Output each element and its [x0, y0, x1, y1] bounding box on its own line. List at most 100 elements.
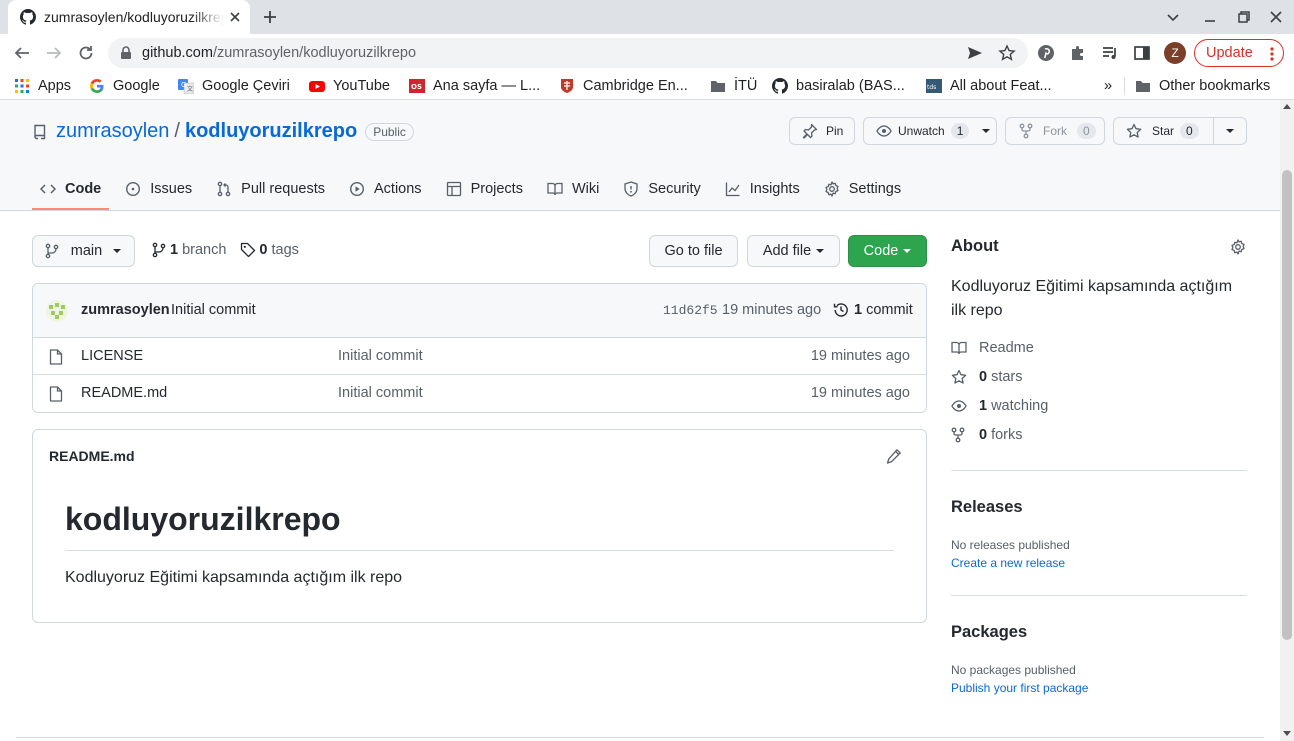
commit-author[interactable]: zumrasoylen [81, 302, 170, 318]
send-tab-icon[interactable] [966, 44, 984, 62]
scroll-up-arrow-icon[interactable] [1283, 104, 1291, 109]
restore-icon[interactable] [1236, 9, 1252, 25]
close-window-icon[interactable] [1268, 9, 1284, 25]
file-commit-message[interactable]: Initial commit [338, 385, 423, 401]
add-file-button[interactable]: Add file [747, 235, 840, 267]
gear-icon[interactable] [1230, 239, 1246, 255]
repo-icon [32, 124, 48, 140]
releases-heading[interactable]: Releases [951, 498, 1023, 517]
reload-icon[interactable] [77, 44, 95, 62]
about-heading: About [951, 237, 999, 255]
commit-time: 19 minutes ago [722, 302, 822, 318]
latest-commit-bar: zumrasoylen Initial commit 11d62f5 19 mi… [33, 284, 926, 338]
url-host: github.com [142, 45, 213, 61]
kebab-menu-icon[interactable] [1270, 47, 1274, 61]
google-icon [89, 78, 105, 94]
tab-projects[interactable]: Projects [438, 168, 531, 210]
bookmark-itu-folder[interactable]: İTÜ [710, 77, 757, 95]
profile-avatar[interactable]: Z [1164, 42, 1186, 64]
tab-insights[interactable]: Insights [717, 168, 808, 210]
youtube-icon [309, 78, 325, 94]
side-panel-icon[interactable] [1133, 44, 1151, 62]
branch-icon [45, 243, 59, 259]
readme-label: Readme [979, 340, 1034, 356]
cambridge-icon [559, 78, 575, 94]
stars-link[interactable]: 0 stars [951, 369, 1023, 385]
commit-message[interactable]: Initial commit [171, 302, 256, 318]
media-queue-icon[interactable] [1101, 44, 1119, 62]
bookmark-label: Other bookmarks [1159, 78, 1271, 94]
go-to-file-button[interactable]: Go to file [649, 235, 738, 267]
bookmark-label: İTÜ [734, 78, 758, 94]
new-tab-plus-icon[interactable] [260, 7, 280, 27]
file-commit-message[interactable]: Initial commit [338, 348, 423, 364]
bookmark-apps[interactable]: Apps [14, 77, 71, 95]
releases-empty-text: No releases published [951, 538, 1070, 552]
bookmark-label: All about Feat... [950, 78, 1052, 94]
code-dropdown-button[interactable]: Code [848, 235, 927, 267]
bookmark-google[interactable]: Google [89, 77, 160, 95]
table-row[interactable]: README.md Initial commit 19 minutes ago [33, 375, 926, 412]
tab-settings[interactable]: Settings [816, 168, 909, 210]
tab-issues[interactable]: Issues [117, 168, 200, 210]
file-time: 19 minutes ago [810, 348, 910, 364]
branch-selector[interactable]: main [32, 235, 135, 267]
file-name[interactable]: README.md [81, 385, 167, 401]
tab-security[interactable]: Security [615, 168, 708, 210]
address-bar[interactable]: github.com/zumrasoylen/kodluyoruzilkrepo [108, 38, 1028, 68]
url-text[interactable]: github.com/zumrasoylen/kodluyoruzilkrepo [142, 45, 416, 61]
pencil-icon[interactable] [886, 448, 902, 464]
pinterest-extension-icon[interactable] [1037, 44, 1055, 62]
lock-icon[interactable] [120, 46, 132, 60]
file-name[interactable]: LICENSE [81, 348, 143, 364]
repo-name-link[interactable]: kodluyoruzilkrepo [185, 120, 357, 143]
tab-search-chevron-icon[interactable] [1165, 9, 1181, 25]
bookmark-ana-sayfa[interactable]: OS Ana sayfa — L... [409, 77, 540, 95]
bookmark-youtube[interactable]: YouTube [309, 77, 390, 95]
watching-count: 1 [979, 398, 988, 414]
tag-count[interactable]: 0 [259, 242, 267, 258]
scrollbar-thumb[interactable] [1282, 170, 1292, 640]
gear-icon [824, 181, 840, 197]
bookmark-cambridge[interactable]: Cambridge En... [559, 77, 688, 95]
file-icon [49, 386, 63, 402]
bookmark-other[interactable]: Other bookmarks [1135, 77, 1270, 95]
tab-code[interactable]: Code [32, 168, 110, 210]
bookmark-star-icon[interactable] [998, 44, 1016, 62]
table-row[interactable]: LICENSE Initial commit 19 minutes ago [33, 338, 926, 375]
repo-nav: Code Issues Pull requests Actions Projec… [32, 168, 917, 210]
author-avatar[interactable] [46, 300, 68, 322]
page-scrollbar[interactable] [1280, 100, 1294, 741]
close-tab-icon[interactable] [226, 8, 244, 26]
tags-link[interactable]: tags [272, 242, 299, 258]
bookmark-basiralab[interactable]: basiralab (BAS... [772, 77, 905, 95]
watching-link[interactable]: 1 watching [951, 398, 1048, 414]
commit-sha[interactable]: 11d62f5 [663, 303, 718, 318]
readme-link[interactable]: Readme [951, 340, 1034, 356]
packages-heading[interactable]: Packages [951, 623, 1027, 642]
forward-arrow-icon[interactable] [45, 44, 63, 62]
tab-wiki[interactable]: Wiki [539, 168, 607, 210]
back-arrow-icon[interactable] [13, 44, 31, 62]
bookmark-google-translate[interactable]: G文 Google Çeviri [178, 77, 290, 95]
publish-package-link[interactable]: Publish your first package [951, 681, 1088, 695]
commit-history-link[interactable]: 1 commit [833, 302, 913, 318]
forks-link[interactable]: 0 forks [951, 427, 1023, 443]
minimize-icon[interactable] [1202, 9, 1218, 25]
branch-count[interactable]: 1 [170, 242, 178, 258]
update-button[interactable]: Update [1194, 39, 1284, 67]
scroll-down-arrow-icon[interactable] [1283, 731, 1291, 736]
bookmarks-overflow-chevron[interactable]: » [1104, 77, 1112, 95]
browser-tab[interactable]: zumrasoylen/kodluyoruzilkrepo [8, 0, 250, 34]
tab-pull-requests[interactable]: Pull requests [208, 168, 333, 210]
readme-header[interactable]: README.md [49, 448, 135, 464]
repo-owner-link[interactable]: zumrasoylen [56, 120, 169, 143]
bookmark-all-about[interactable]: tds All about Feat... [926, 77, 1052, 95]
pin-button[interactable]: Pin [789, 117, 855, 145]
branch-link[interactable]: branch [182, 242, 226, 258]
tab-actions[interactable]: Actions [341, 168, 430, 210]
create-release-link[interactable]: Create a new release [951, 556, 1065, 570]
url-path: /zumrasoylen/kodluyoruzilkrepo [212, 45, 417, 61]
extensions-puzzle-icon[interactable] [1069, 44, 1087, 62]
branch-icon [152, 242, 166, 258]
